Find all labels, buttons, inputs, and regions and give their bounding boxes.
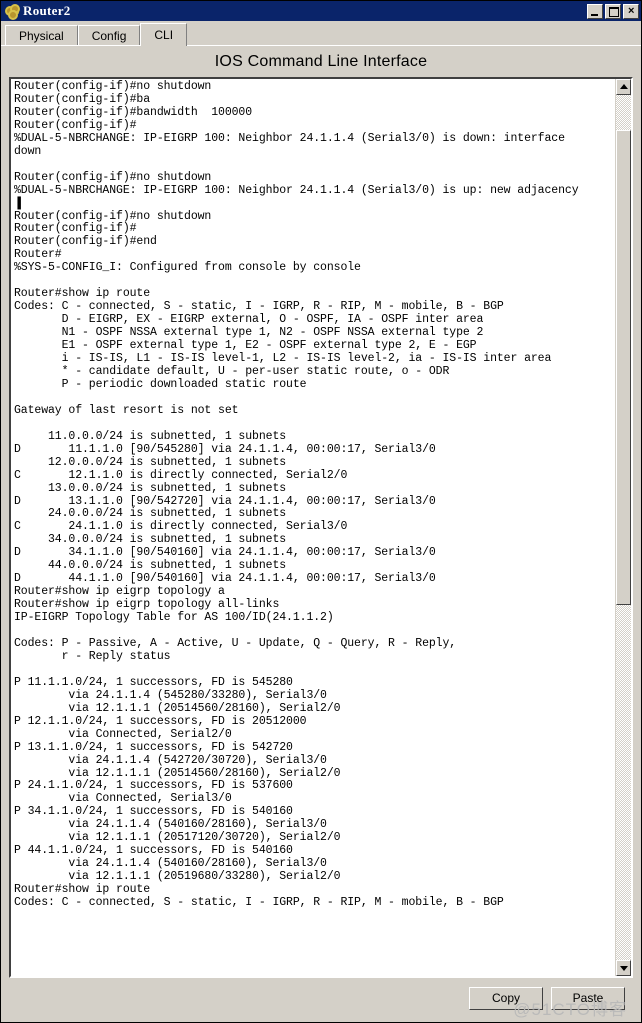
tab-config[interactable]: Config <box>77 25 141 45</box>
scroll-down-icon[interactable] <box>616 960 631 976</box>
scroll-up-icon[interactable] <box>616 79 631 95</box>
cli-footer: Copy Paste @51CTO博客 <box>9 978 633 1022</box>
router-cli-window: Router2 × Physical Config CLI IOS Comman… <box>0 0 642 1023</box>
window-title: Router2 <box>23 3 71 18</box>
terminal-scrollbar[interactable] <box>615 79 631 976</box>
scrollbar-track[interactable] <box>616 95 631 960</box>
terminal-container: Router(config-if)#no shutdown Router(con… <box>9 77 633 978</box>
terminal-output[interactable]: Router(config-if)#no shutdown Router(con… <box>11 79 615 976</box>
tab-cli[interactable]: CLI <box>140 23 188 46</box>
cli-panel: IOS Command Line Interface Router(config… <box>1 45 641 1022</box>
window-titlebar: Router2 × <box>1 1 641 21</box>
panel-title: IOS Command Line Interface <box>214 53 428 70</box>
scrollbar-thumb[interactable] <box>616 129 631 606</box>
tab-bar: Physical Config CLI <box>1 21 641 46</box>
copy-button[interactable]: Copy <box>469 986 543 1010</box>
maximize-button[interactable] <box>605 3 621 19</box>
paste-button[interactable]: Paste <box>551 986 625 1010</box>
minimize-button[interactable] <box>587 3 603 19</box>
tab-physical[interactable]: Physical <box>5 25 78 45</box>
close-icon: × <box>628 4 635 17</box>
window-controls: × <box>587 3 639 19</box>
router-icon <box>4 3 20 20</box>
close-button[interactable]: × <box>623 3 639 19</box>
